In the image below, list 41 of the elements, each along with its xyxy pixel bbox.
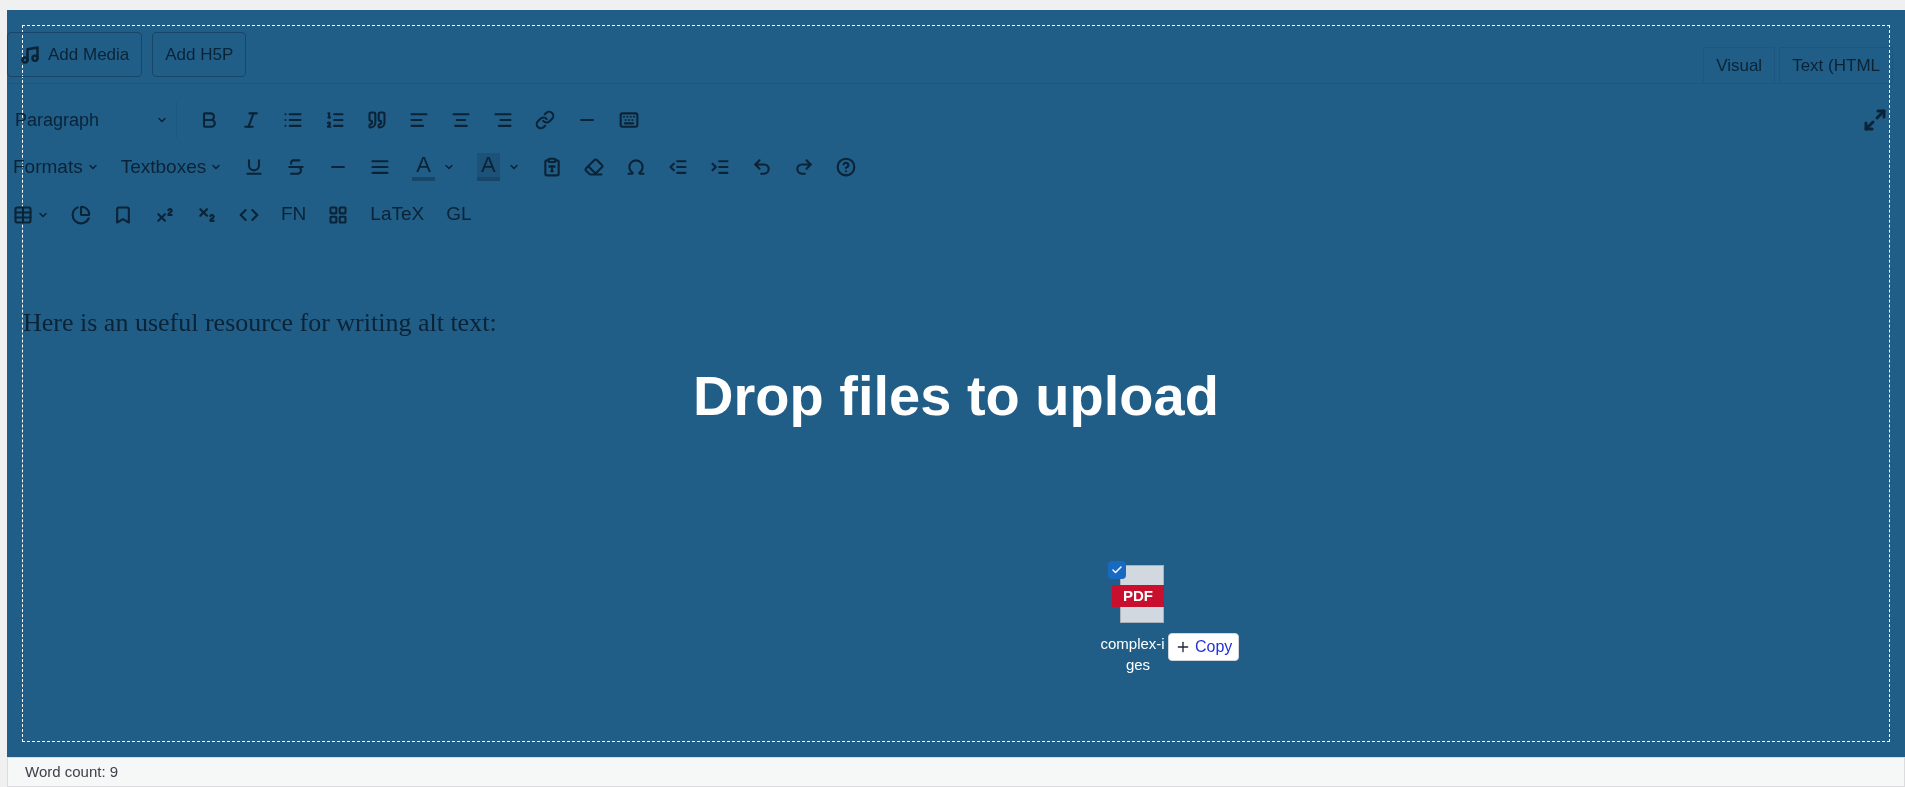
media-button[interactable]: Add H5P — [152, 32, 247, 77]
align-left-icon[interactable] — [409, 110, 429, 130]
paste-text-icon[interactable] — [541, 157, 562, 178]
link-icon[interactable] — [535, 110, 555, 130]
footnote-button[interactable]: FN — [281, 200, 307, 229]
media-icon — [20, 44, 40, 65]
plus-icon — [1175, 639, 1191, 655]
media-button[interactable]: Add Media — [7, 32, 143, 77]
textboxes-menu[interactable]: Textboxes — [120, 153, 223, 182]
eraser-icon[interactable] — [583, 157, 604, 178]
copy-badge: Copy — [1168, 633, 1240, 661]
drop-zone[interactable]: Add Media Add H5P Visual Text (HTML Paragraph Formats Textboxes A A FN LaTeX GL Here is an useful resource for writing alt text: Drop files to upload PDF complex-i ges Copy — [7, 10, 1905, 757]
file-name: complex-i ges — [1100, 634, 1166, 675]
underline-icon[interactable] — [244, 157, 265, 178]
keyboard-icon[interactable] — [619, 110, 639, 130]
editor-tab[interactable]: Visual — [1703, 47, 1776, 83]
text-color-button[interactable]: A — [412, 153, 455, 182]
quote-icon[interactable] — [367, 110, 387, 130]
glossary-button[interactable]: GL — [446, 200, 472, 229]
align-center-icon[interactable] — [451, 110, 471, 130]
bulleted-list-icon[interactable] — [283, 110, 303, 130]
editor-tab[interactable]: Text (HTML — [1779, 47, 1893, 83]
drop-message: Drop files to upload — [693, 363, 1219, 429]
chart-icon[interactable] — [71, 204, 91, 225]
table-icon[interactable] — [13, 204, 33, 225]
strikethrough-icon[interactable] — [286, 157, 307, 178]
redo-icon[interactable] — [793, 157, 814, 178]
help-icon[interactable] — [835, 157, 856, 178]
grid-icon[interactable] — [328, 204, 349, 225]
format-select[interactable]: Paragraph — [7, 102, 177, 138]
latex-button[interactable]: LaTeX — [370, 200, 425, 229]
omega-icon[interactable] — [625, 157, 646, 178]
italic-icon[interactable] — [241, 110, 261, 130]
bookmark-icon[interactable] — [113, 204, 133, 225]
undo-icon[interactable] — [751, 157, 772, 178]
numbered-list-icon[interactable] — [325, 110, 345, 130]
word-count: Word count: 9 — [25, 761, 119, 782]
fullscreen-icon[interactable] — [1863, 108, 1887, 132]
content-paragraph: Here is an useful resource for writing alt text: — [23, 306, 498, 339]
formats-menu[interactable]: Formats — [13, 153, 99, 182]
align-right-icon[interactable] — [493, 110, 513, 130]
